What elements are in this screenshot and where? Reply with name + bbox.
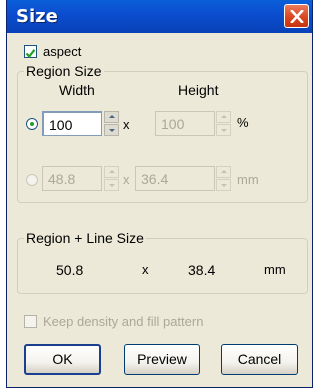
title-bar[interactable]: Size xyxy=(7,0,312,33)
height-header: Height xyxy=(178,82,219,98)
mm-separator: x xyxy=(123,172,130,187)
down-arrow-icon xyxy=(109,184,115,187)
mm-unit: mm xyxy=(237,172,259,187)
height-percent-spinner[interactable] xyxy=(216,111,231,136)
percent-separator: x xyxy=(123,117,130,132)
size-dialog: Size aspect Region Size Width Height 100… xyxy=(6,0,313,388)
checkmark-icon xyxy=(25,49,36,59)
keep-density-label: Keep density and fill pattern xyxy=(43,314,204,329)
preview-button[interactable]: Preview xyxy=(124,344,200,375)
keep-density-checkbox-row[interactable]: Keep density and fill pattern xyxy=(24,314,284,330)
height-percent-up-button[interactable] xyxy=(216,111,231,123)
region-line-size-group: Region + Line Size 50.8 x 38.4 mm xyxy=(17,230,308,294)
height-percent-input[interactable]: 100 xyxy=(155,111,215,136)
aspect-label: aspect xyxy=(43,44,82,59)
height-mm-up-button[interactable] xyxy=(216,166,231,178)
up-arrow-icon xyxy=(109,115,115,118)
region-line-unit: mm xyxy=(264,262,286,277)
height-mm-down-button[interactable] xyxy=(216,179,231,191)
cancel-button[interactable]: Cancel xyxy=(221,344,298,375)
up-arrow-icon xyxy=(109,170,115,173)
down-arrow-icon xyxy=(221,184,227,187)
mm-radio[interactable] xyxy=(26,174,38,186)
width-percent-up-button[interactable] xyxy=(104,111,119,123)
aspect-checkbox-row[interactable]: aspect xyxy=(24,44,144,60)
width-percent-input[interactable]: 100 xyxy=(42,111,102,136)
up-arrow-icon xyxy=(221,115,227,118)
percent-unit: % xyxy=(237,115,249,130)
region-line-width-value: 50.8 xyxy=(56,262,84,278)
region-line-separator: x xyxy=(142,262,149,277)
width-percent-down-button[interactable] xyxy=(104,124,119,136)
width-mm-up-button[interactable] xyxy=(104,166,119,178)
height-mm-spinner[interactable] xyxy=(216,166,231,191)
dialog-title: Size xyxy=(16,6,58,27)
height-mm-input[interactable]: 36.4 xyxy=(135,166,215,191)
region-size-group: Region Size Width Height 100 x 100 % 48.… xyxy=(17,63,308,203)
height-percent-down-button[interactable] xyxy=(216,124,231,136)
region-line-height-value: 38.4 xyxy=(188,262,216,278)
region-line-size-title: Region + Line Size xyxy=(24,230,146,246)
width-mm-down-button[interactable] xyxy=(104,179,119,191)
keep-density-checkbox[interactable] xyxy=(24,315,37,328)
down-arrow-icon xyxy=(221,129,227,132)
ok-button[interactable]: OK xyxy=(24,344,101,375)
width-mm-input[interactable]: 48.8 xyxy=(42,166,102,191)
region-size-title: Region Size xyxy=(24,63,104,79)
width-header: Width xyxy=(59,82,95,98)
down-arrow-icon xyxy=(109,129,115,132)
close-button[interactable] xyxy=(284,4,309,28)
width-percent-spinner[interactable] xyxy=(104,111,119,136)
percent-radio[interactable] xyxy=(26,118,38,130)
up-arrow-icon xyxy=(221,170,227,173)
aspect-checkbox[interactable] xyxy=(24,45,37,59)
width-mm-spinner[interactable] xyxy=(104,166,119,191)
close-icon xyxy=(290,10,304,23)
